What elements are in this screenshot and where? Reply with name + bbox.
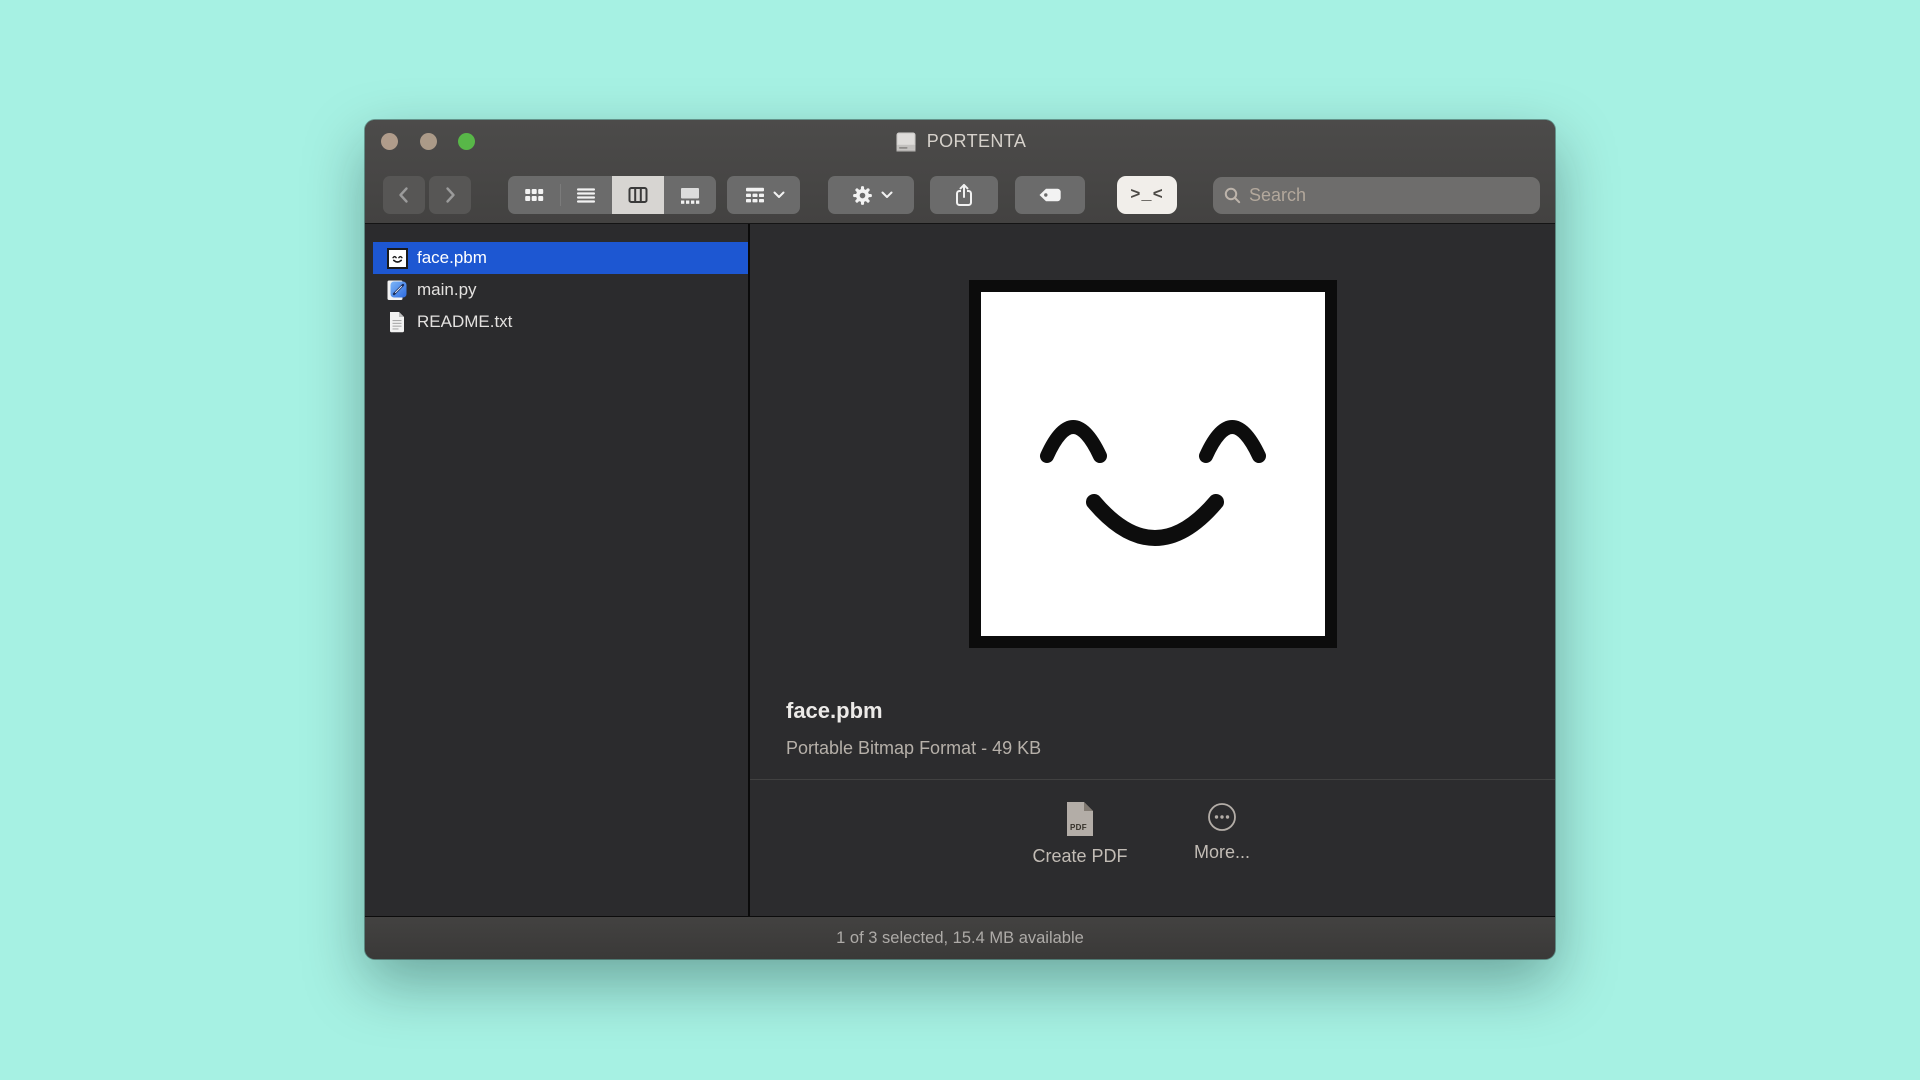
pbm-preview-image: [969, 280, 1337, 648]
finder-window: PORTENTA: [365, 120, 1555, 959]
share-icon: [952, 182, 976, 208]
smiley-face-graphic: [981, 292, 1325, 636]
forward-button[interactable]: [429, 176, 471, 214]
status-text: 1 of 3 selected, 15.4 MB available: [836, 929, 1084, 948]
icon-view-icon: [522, 183, 546, 207]
view-mode-segmented-control: [508, 176, 716, 214]
titlebar[interactable]: PORTENTA: [365, 120, 1555, 163]
file-row-main-py[interactable]: main.py: [373, 274, 748, 306]
chevron-right-icon: [439, 183, 461, 207]
file-name: README.txt: [417, 312, 512, 332]
list-view-button[interactable]: [560, 176, 612, 214]
more-button[interactable]: More...: [1152, 802, 1292, 863]
status-bar: 1 of 3 selected, 15.4 MB available: [365, 916, 1555, 959]
group-by-button[interactable]: [727, 176, 800, 214]
column-view-icon: [626, 183, 650, 207]
icon-view-button[interactable]: [508, 176, 560, 214]
action-menu-button[interactable]: [828, 176, 914, 214]
file-list-column: face.pbm mai: [365, 224, 748, 916]
back-button[interactable]: [383, 176, 425, 214]
file-row-face-pbm[interactable]: face.pbm: [373, 242, 748, 274]
preview-column: face.pbm Portable Bitmap Format - 49 KB …: [750, 224, 1555, 916]
preview-file-info: Portable Bitmap Format - 49 KB: [786, 738, 1041, 759]
tag-button[interactable]: [1015, 176, 1085, 214]
desktop: { "window": { "title": "PORTENTA" }, "to…: [0, 0, 1920, 1080]
text-document-icon: [386, 311, 408, 333]
gear-icon: [850, 183, 875, 208]
more-label: More...: [1194, 842, 1250, 863]
more-ellipsis-icon: [1207, 802, 1237, 832]
create-pdf-button[interactable]: PDF Create PDF: [1010, 802, 1150, 867]
file-row-readme-txt[interactable]: README.txt: [373, 306, 748, 338]
search-input[interactable]: [1249, 185, 1530, 206]
column-view-button[interactable]: [612, 176, 664, 214]
repl-face-glyph: >_<: [1130, 186, 1164, 205]
preview-file-name: face.pbm: [786, 698, 883, 724]
chevron-down-icon: [773, 191, 785, 199]
chevron-down-icon: [881, 191, 893, 199]
python-script-icon: [386, 279, 408, 301]
group-icon: [743, 183, 767, 207]
pdf-document-icon: PDF: [1067, 802, 1093, 836]
disk-icon: [894, 130, 918, 154]
file-name: face.pbm: [417, 248, 487, 268]
gallery-view-button[interactable]: [664, 176, 716, 214]
content-area: face.pbm mai: [365, 224, 1555, 916]
pdf-badge-text: PDF: [1070, 823, 1087, 832]
search-icon: [1223, 186, 1242, 205]
create-pdf-label: Create PDF: [1032, 846, 1127, 867]
search-field[interactable]: [1213, 177, 1540, 214]
tag-icon: [1036, 183, 1064, 207]
window-chrome: PORTENTA: [365, 120, 1555, 224]
chevron-left-icon: [393, 183, 415, 207]
gallery-view-icon: [678, 183, 702, 207]
file-name: main.py: [417, 280, 477, 300]
preview-divider: [750, 779, 1555, 780]
pbm-thumbnail-icon: [386, 247, 408, 269]
list-view-icon: [574, 183, 598, 207]
share-button[interactable]: [930, 176, 998, 214]
window-title: PORTENTA: [927, 131, 1027, 152]
repl-face-button[interactable]: >_<: [1117, 176, 1177, 214]
